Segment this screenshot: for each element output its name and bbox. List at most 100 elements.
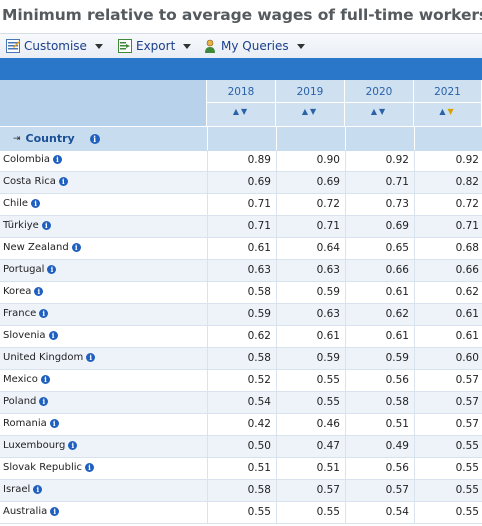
country-name: New Zealand i bbox=[3, 242, 81, 253]
my-queries-menu[interactable]: My Queries bbox=[203, 38, 305, 54]
table-row: Chile i 0.71 0.72 0.73 0.72 bbox=[0, 194, 482, 216]
customise-icon bbox=[6, 39, 20, 53]
year-header-2020[interactable]: 2020 ▲▼ bbox=[345, 80, 414, 126]
table-row: Türkiye i 0.71 0.71 0.69 0.71 bbox=[0, 216, 482, 238]
user-icon bbox=[205, 39, 215, 53]
country-label: Israel bbox=[3, 484, 31, 495]
value-cell: 0.55 bbox=[276, 392, 345, 413]
table-row: Romania i 0.42 0.46 0.51 0.57 bbox=[0, 414, 482, 436]
value-cell: 0.57 bbox=[276, 480, 345, 501]
value-cell: 0.58 bbox=[207, 480, 276, 501]
value-cell: 0.61 bbox=[345, 326, 414, 347]
value-cell: 0.60 bbox=[414, 348, 482, 369]
country-name: Korea i bbox=[3, 286, 44, 297]
toolbar: Customise Export My Queries bbox=[0, 33, 482, 59]
year-header-2021[interactable]: 2021 ▲▼ bbox=[414, 80, 482, 126]
value-cell: 0.72 bbox=[276, 194, 345, 215]
value-cell: 0.65 bbox=[345, 238, 414, 259]
value-cell: 0.54 bbox=[207, 392, 276, 413]
value-cell: 0.46 bbox=[276, 414, 345, 435]
my-queries-label: My Queries bbox=[221, 39, 289, 53]
country-info-icon[interactable]: i bbox=[47, 265, 57, 274]
value-cell: 0.63 bbox=[207, 260, 276, 281]
value-cell: 0.55 bbox=[414, 480, 482, 501]
value-cell: 0.69 bbox=[345, 216, 414, 237]
year-header-2018[interactable]: 2018 ▲▼ bbox=[207, 80, 276, 126]
value-cell: 0.62 bbox=[345, 304, 414, 325]
country-label: Mexico bbox=[3, 374, 38, 385]
country-info-icon[interactable]: i bbox=[34, 287, 44, 296]
value-cell: 0.66 bbox=[414, 260, 482, 281]
value-cell: 0.57 bbox=[414, 392, 482, 413]
value-cell: 0.71 bbox=[207, 216, 276, 237]
country-info-icon[interactable]: i bbox=[48, 331, 58, 340]
country-info-icon[interactable]: i bbox=[49, 419, 59, 428]
sort-icon[interactable]: ▲▼ bbox=[276, 107, 344, 116]
country-info-icon[interactable]: i bbox=[50, 507, 60, 516]
country-name: Costa Rica i bbox=[3, 176, 68, 187]
country-info-icon[interactable]: i bbox=[40, 375, 50, 384]
value-cell: 0.57 bbox=[345, 480, 414, 501]
table-row: Slovak Republic i 0.51 0.51 0.56 0.55 bbox=[0, 458, 482, 480]
customise-menu[interactable]: Customise bbox=[6, 38, 103, 54]
table-row: Costa Rica i 0.69 0.69 0.71 0.82 bbox=[0, 172, 482, 194]
country-info-icon[interactable]: i bbox=[33, 485, 43, 494]
country-info-icon[interactable]: i bbox=[31, 199, 41, 208]
chevron-down-icon bbox=[296, 43, 305, 49]
value-cell: 0.54 bbox=[345, 502, 414, 523]
country-info-icon[interactable]: i bbox=[68, 441, 78, 450]
value-cell: 0.71 bbox=[345, 172, 414, 193]
value-cell: 0.59 bbox=[276, 282, 345, 303]
table-row: Luxembourg i 0.50 0.47 0.49 0.55 bbox=[0, 436, 482, 458]
value-cell: 0.58 bbox=[207, 282, 276, 303]
country-label: Slovak Republic bbox=[3, 462, 82, 473]
country-info-icon[interactable]: i bbox=[89, 133, 100, 144]
country-label: France bbox=[3, 308, 37, 319]
year-label: 2021 bbox=[434, 86, 461, 98]
value-cell: 0.92 bbox=[345, 150, 414, 171]
value-cell: 0.69 bbox=[276, 172, 345, 193]
country-info-icon[interactable]: i bbox=[71, 243, 81, 252]
country-name: Chile i bbox=[3, 198, 41, 209]
country-label: Costa Rica bbox=[3, 176, 56, 187]
country-info-icon[interactable]: i bbox=[39, 309, 49, 318]
country-info-icon[interactable]: i bbox=[58, 177, 68, 186]
table-row: Australia i 0.55 0.55 0.54 0.55 bbox=[0, 502, 482, 524]
sort-icon[interactable]: ▲▼ bbox=[414, 107, 481, 116]
value-cell: 0.57 bbox=[414, 370, 482, 391]
sort-icon[interactable]: ▲▼ bbox=[345, 107, 413, 116]
title-text: Minimum relative to average wages of ful… bbox=[2, 6, 482, 24]
sort-icon[interactable]: ▲▼ bbox=[207, 107, 275, 116]
value-cell: 0.57 bbox=[414, 414, 482, 435]
country-label: Colombia bbox=[3, 154, 50, 165]
country-name: France i bbox=[3, 308, 49, 319]
value-cell: 0.63 bbox=[276, 304, 345, 325]
value-cell: 0.55 bbox=[414, 458, 482, 479]
country-info-icon[interactable]: i bbox=[85, 463, 94, 472]
country-name: Slovak Republic i bbox=[3, 462, 94, 473]
value-cell: 0.51 bbox=[276, 458, 345, 479]
country-label: Slovenia bbox=[3, 330, 46, 341]
customise-label: Customise bbox=[24, 39, 87, 53]
country-info-icon[interactable]: i bbox=[41, 221, 51, 230]
country-name: Israel i bbox=[3, 484, 43, 495]
country-info-icon[interactable]: i bbox=[39, 397, 49, 406]
country-info-icon[interactable]: i bbox=[86, 353, 96, 362]
value-cell: 0.89 bbox=[207, 150, 276, 171]
value-cell: 0.52 bbox=[207, 370, 276, 391]
country-name: Colombia i bbox=[3, 154, 62, 165]
year-header-2019[interactable]: 2019 ▲▼ bbox=[276, 80, 345, 126]
collapse-arrow-icon[interactable]: ⇥ bbox=[13, 134, 21, 144]
value-cell: 0.68 bbox=[414, 238, 482, 259]
value-cell: 0.61 bbox=[414, 326, 482, 347]
value-cell: 0.69 bbox=[207, 172, 276, 193]
export-menu[interactable]: Export bbox=[118, 38, 192, 54]
table-row: Mexico i 0.52 0.55 0.56 0.57 bbox=[0, 370, 482, 392]
value-cell: 0.61 bbox=[414, 304, 482, 325]
country-column-header[interactable]: ⇥ Country i bbox=[13, 132, 100, 145]
value-cell: 0.64 bbox=[276, 238, 345, 259]
country-label: Chile bbox=[3, 198, 29, 209]
country-label: New Zealand bbox=[3, 242, 69, 253]
country-label: Korea bbox=[3, 286, 32, 297]
country-info-icon[interactable]: i bbox=[53, 155, 62, 164]
